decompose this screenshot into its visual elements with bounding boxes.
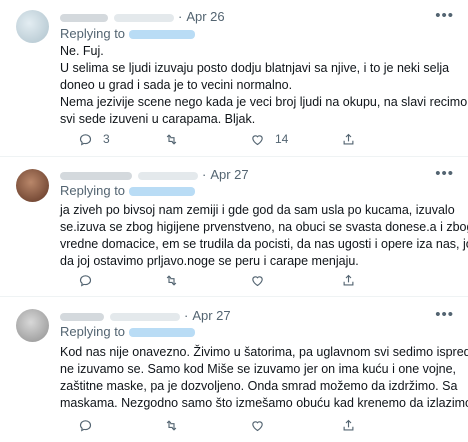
avatar[interactable] (16, 309, 49, 342)
like-count: 14 (275, 132, 289, 146)
retweet-icon (166, 419, 177, 431)
tweet-text: Kod nas nije onavezno. Živimo u šatorima… (60, 345, 468, 410)
author-handle-redacted[interactable] (114, 13, 174, 22)
mention-redacted[interactable] (129, 328, 196, 338)
mention-redacted[interactable] (129, 187, 196, 197)
share-button[interactable] (341, 271, 356, 289)
tweet-text: Ne. Fuj. U selima se ljudi izuvaju posto… (60, 44, 468, 126)
heart-icon (252, 134, 263, 145)
retweet-button[interactable] (164, 416, 179, 434)
reply-icon (79, 133, 92, 146)
tweet-header: · Apr 26 (60, 9, 225, 25)
more-icon[interactable]: ••• (435, 306, 454, 323)
like-button[interactable] (250, 271, 265, 289)
tweet-date[interactable]: Apr 26 (186, 9, 224, 24)
tweet[interactable]: · Apr 27 ••• Replying to ja ziveh po bivs… (0, 157, 468, 297)
tweet-actions (60, 271, 450, 289)
more-icon[interactable]: ••• (435, 165, 454, 182)
avatar[interactable] (16, 169, 49, 202)
author-name-redacted[interactable] (60, 171, 132, 180)
retweet-icon (166, 133, 177, 145)
tweet[interactable]: · Apr 26 ••• Replying to Ne. Fuj. U selim… (0, 0, 468, 157)
like-button[interactable]: 14 (250, 130, 288, 148)
tweet-text: ja ziveh po bivsoj nam zemiji i gde god … (60, 203, 468, 268)
reply-icon (79, 274, 92, 287)
retweet-button[interactable] (164, 271, 179, 289)
tweet-date[interactable]: Apr 27 (210, 167, 248, 182)
share-icon (343, 419, 354, 430)
heart-icon (252, 275, 263, 286)
tweet-header: · Apr 27 (60, 167, 249, 183)
avatar[interactable] (16, 10, 49, 43)
author-name-redacted[interactable] (60, 312, 104, 321)
tweet[interactable]: · Apr 27 ••• Replying to Kod nas nije ona… (0, 297, 468, 442)
reply-icon (79, 419, 92, 432)
share-button[interactable] (341, 416, 356, 434)
tweet-actions (60, 416, 450, 434)
retweet-icon (166, 274, 177, 286)
replying-to: Replying to (60, 183, 196, 198)
author-handle-redacted[interactable] (110, 312, 180, 321)
replying-to: Replying to (60, 324, 196, 339)
reply-count: 3 (103, 132, 110, 146)
share-button[interactable] (341, 130, 356, 148)
tweet-actions: 3 14 (60, 130, 450, 148)
retweet-button[interactable] (164, 130, 189, 148)
share-icon (343, 274, 354, 285)
heart-icon (252, 420, 263, 431)
author-handle-redacted[interactable] (138, 171, 198, 180)
share-icon (343, 133, 354, 144)
reply-button[interactable]: 3 (78, 130, 110, 148)
tweet-header: · Apr 27 (60, 308, 231, 324)
reply-button[interactable] (78, 416, 93, 434)
author-name-redacted[interactable] (60, 13, 108, 22)
like-button[interactable] (250, 416, 265, 434)
replying-to: Replying to (60, 26, 196, 41)
more-icon[interactable]: ••• (435, 7, 454, 24)
reply-button[interactable] (78, 271, 93, 289)
tweet-date[interactable]: Apr 27 (192, 308, 230, 323)
mention-redacted[interactable] (129, 30, 196, 40)
